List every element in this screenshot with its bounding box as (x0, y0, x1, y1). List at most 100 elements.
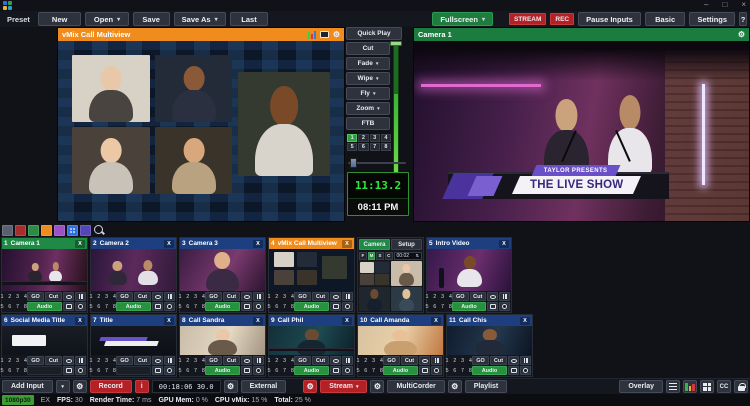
t-bar-handle[interactable] (390, 41, 402, 46)
cut-button[interactable]: Cut (346, 42, 390, 55)
pause-icon[interactable] (342, 292, 353, 301)
input-panel-camera3[interactable]: 3Camera 3X 1 2 3 4GOCut 5 6 7 8Audio (179, 237, 266, 313)
external-settings-gear-icon[interactable]: ⚙ (224, 380, 238, 393)
stream-settings-gear-icon[interactable]: ⚙ (303, 380, 317, 393)
input-panel-call-chis[interactable]: 11Call ChisX 1 2 3 4GOCut 5 6 7 8Audio (446, 314, 533, 377)
input-panel-call-multiview[interactable]: 4vMix Call MultiviewX 1 2 3 4GOCut 5 6 7… (268, 237, 355, 313)
audio-button-disabled[interactable] (116, 366, 151, 375)
audio-button[interactable]: Audio (205, 366, 240, 375)
cut-button[interactable]: Cut (312, 292, 329, 301)
go-button[interactable]: GO (116, 356, 133, 365)
settings-button[interactable]: Settings (689, 12, 735, 26)
lock-icon[interactable] (734, 380, 748, 393)
input-thumbnail[interactable] (269, 249, 354, 291)
solo-icon[interactable] (253, 366, 264, 375)
input-thumbnail[interactable] (180, 249, 265, 291)
overlay-6-button[interactable]: 6 (358, 143, 368, 151)
layer-numbers-1-4[interactable]: 1 2 3 4 (92, 356, 115, 365)
record-info-button[interactable]: i (135, 380, 149, 393)
input-thumbnail[interactable] (91, 326, 176, 355)
menu-icon[interactable] (666, 380, 680, 393)
pause-icon[interactable] (499, 292, 510, 301)
monitor-icon[interactable] (152, 302, 163, 311)
layer-numbers-1-4[interactable]: 1 2 3 4 (3, 356, 26, 365)
open-button[interactable]: Open▾ (85, 12, 128, 26)
overlay-3-button[interactable]: 3 (370, 134, 380, 142)
input-thumbnail[interactable] (91, 249, 176, 291)
input-panel-call-sandra[interactable]: 8Call SandraX 1 2 3 4GOCut 5 6 7 8Audio (179, 314, 266, 377)
new-button[interactable]: New (38, 12, 81, 26)
layer-numbers-1-4[interactable]: 1 2 3 4 (181, 356, 204, 365)
input-thumbnail[interactable] (2, 326, 87, 355)
go-button[interactable]: GO (205, 356, 222, 365)
add-input-button[interactable]: Add Input (2, 380, 53, 393)
call-setup-button[interactable]: Setup (391, 239, 422, 250)
input-thumbnail[interactable] (427, 249, 511, 291)
input-thumbnail[interactable] (447, 326, 532, 355)
last-button[interactable]: Last (230, 12, 269, 26)
cut-button[interactable]: Cut (312, 356, 329, 365)
layer-numbers-1-4[interactable]: 1 2 3 4 (270, 292, 293, 301)
monitor-icon[interactable] (241, 302, 252, 311)
cut-button[interactable]: Cut (134, 292, 151, 301)
call-mini-multiview[interactable] (359, 261, 390, 286)
add-input-dropdown[interactable]: ▾ (56, 380, 70, 393)
fullscreen-output-icon[interactable] (320, 31, 329, 38)
audio-button-disabled[interactable] (27, 366, 62, 375)
basic-button[interactable]: Basic (645, 12, 686, 26)
speed-slider-handle[interactable] (350, 158, 357, 168)
audio-button[interactable]: Audio (472, 366, 507, 375)
save-as-button[interactable]: Save As▾ (174, 12, 226, 26)
layer-numbers-1-4[interactable]: 1 2 3 4 (428, 292, 451, 301)
go-button[interactable]: GO (205, 292, 222, 301)
close-icon[interactable]: X (75, 317, 85, 325)
close-button[interactable]: × (741, 0, 746, 10)
go-button[interactable]: GO (116, 292, 133, 301)
loop-icon[interactable] (152, 356, 163, 365)
input-thumbnail[interactable] (2, 249, 87, 291)
call-mini-thumbnail[interactable] (391, 261, 422, 286)
call-mode-s-button[interactable]: S (376, 252, 384, 260)
pause-icon[interactable] (75, 292, 86, 301)
audio-meters-icon[interactable] (683, 380, 697, 393)
ftb-button[interactable]: FTB (346, 117, 390, 130)
close-icon[interactable]: X (520, 317, 530, 325)
fade-button[interactable]: Fade▾ (346, 57, 390, 70)
category-all-button[interactable] (67, 225, 78, 236)
solo-icon[interactable] (499, 302, 510, 311)
monitor-icon[interactable] (508, 366, 519, 375)
solo-icon[interactable] (164, 366, 175, 375)
search-icon[interactable] (93, 224, 105, 236)
call-mode-m-button[interactable]: M (368, 252, 376, 260)
layer-numbers-1-4[interactable]: 1 2 3 4 (181, 292, 204, 301)
monitor-icon[interactable] (487, 302, 498, 311)
audio-button[interactable]: Audio (383, 366, 418, 375)
loop-icon[interactable] (63, 292, 74, 301)
cut-button[interactable]: Cut (45, 356, 62, 365)
audio-button[interactable]: Audio (294, 302, 329, 311)
loop-icon[interactable] (330, 292, 341, 301)
solo-icon[interactable] (520, 366, 531, 375)
go-button[interactable]: GO (383, 356, 400, 365)
monitor-icon[interactable] (330, 366, 341, 375)
input-thumbnail[interactable] (180, 326, 265, 355)
wipe-button[interactable]: Wipe▾ (346, 72, 390, 85)
go-button[interactable]: GO (472, 356, 489, 365)
close-icon[interactable]: X (164, 317, 174, 325)
call-camera-button[interactable]: Camera (359, 239, 390, 250)
layer-numbers-5-8[interactable]: 5 6 7 8 (3, 302, 26, 311)
program-titlebar[interactable]: Camera 1 ⚙ (414, 28, 749, 41)
cut-button[interactable]: Cut (401, 356, 418, 365)
playlist-button[interactable]: Playlist (465, 380, 508, 393)
playlist-gear-icon[interactable]: ⚙ (448, 380, 462, 393)
pause-icon[interactable] (253, 356, 264, 365)
go-button[interactable]: GO (452, 292, 469, 301)
save-button[interactable]: Save (133, 12, 170, 26)
close-icon[interactable]: X (431, 317, 441, 325)
loop-icon[interactable] (508, 356, 519, 365)
call-mode-f-button[interactable]: F (359, 252, 367, 260)
pause-icon[interactable] (431, 356, 442, 365)
go-button[interactable]: GO (27, 356, 44, 365)
call-mode-c-button[interactable]: C (385, 252, 393, 260)
layer-numbers-5-8[interactable]: 5 6 7 8 (92, 366, 115, 375)
